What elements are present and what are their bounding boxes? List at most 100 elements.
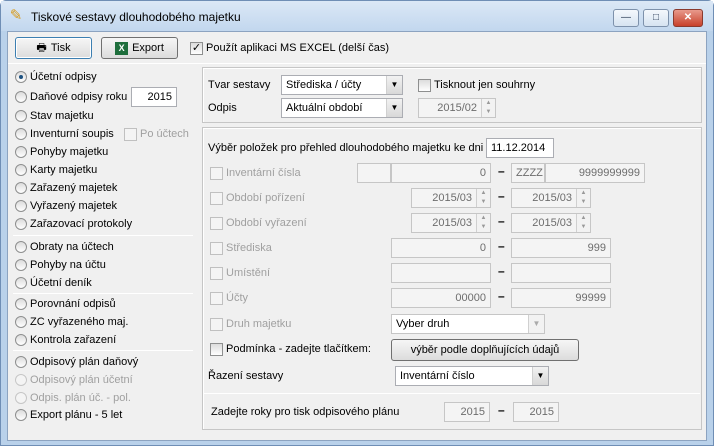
chevron-down-icon: ▼ — [532, 367, 548, 385]
label-obraty-na-uctech: Obraty na účtech — [30, 241, 114, 253]
rok-from-field[interactable]: 2015 — [444, 402, 490, 422]
inv-dash: – — [498, 164, 505, 178]
str-to-field[interactable]: 999 — [511, 238, 611, 258]
radio-porovnani-odpisu[interactable] — [15, 298, 27, 310]
razeni-select[interactable]: Inventární číslo ▼ — [395, 366, 549, 386]
window-title: Tiskové sestavy dlouhodobého majetku — [31, 10, 241, 24]
label-pohyby-majetku: Pohyby majetku — [30, 146, 109, 158]
label-danove-odpisy: Daňové odpisy roku — [30, 91, 128, 103]
po-uctech-checkbox[interactable] — [124, 128, 137, 141]
radio-ucetni-denik[interactable] — [15, 277, 27, 289]
umi-to-field[interactable] — [511, 263, 611, 283]
razeni-label: Řazení sestavy — [208, 370, 284, 382]
por-to-value: 2015/03 — [532, 192, 572, 204]
doplnujici-udaje-label: výběr podle doplňujících údajů — [410, 344, 560, 356]
str-checkbox[interactable] — [210, 242, 223, 255]
inv-from-field[interactable]: 0 — [391, 163, 491, 183]
inv-z-field[interactable]: ZZZZ — [511, 163, 545, 183]
uct-from-field[interactable]: 00000 — [391, 288, 491, 308]
podminka-checkbox[interactable] — [210, 343, 223, 356]
inv-to-field[interactable]: 9999999999 — [545, 163, 645, 183]
tvar-select[interactable]: Střediska / účty ▼ — [281, 75, 403, 95]
radio-export-planu[interactable] — [15, 409, 27, 421]
export-button[interactable]: X Export — [101, 37, 178, 59]
radio-zarazeny-majetek[interactable] — [15, 182, 27, 194]
str-from-field[interactable]: 0 — [391, 238, 491, 258]
period-spinner[interactable]: ▲ ▼ — [481, 99, 495, 117]
radio-odpisovy-plan-danovy[interactable] — [15, 356, 27, 368]
chevron-down-icon: ▼ — [386, 76, 402, 94]
radio-obraty-na-uctech[interactable] — [15, 241, 27, 253]
radio-ucetni-odpisy[interactable] — [15, 71, 27, 83]
period-value: 2015/02 — [437, 102, 477, 114]
chevron-down-icon: ▼ — [386, 99, 402, 117]
radio-stav-majetku[interactable] — [15, 110, 27, 122]
por-from-field[interactable]: 2015/03 ▲ ▼ — [411, 188, 491, 208]
minimize-button[interactable]: — — [613, 9, 639, 27]
maximize-button[interactable]: □ — [643, 9, 669, 27]
radio-kontrola-zarazeni[interactable] — [15, 334, 27, 346]
period-field[interactable]: 2015/02 ▲ ▼ — [418, 98, 496, 118]
por-from-spinner[interactable]: ▲ ▼ — [476, 189, 490, 207]
vyr-to-field[interactable]: 2015/03 ▲ ▼ — [511, 213, 591, 233]
inv-label: Inventární čísla — [226, 167, 301, 179]
umi-checkbox[interactable] — [210, 267, 223, 280]
por-from-value: 2015/03 — [432, 192, 472, 204]
radio-vyrazeny-majetek[interactable] — [15, 200, 27, 212]
radio-danove-odpisy[interactable] — [15, 91, 27, 103]
por-to-field[interactable]: 2015/03 ▲ ▼ — [511, 188, 591, 208]
vyr-checkbox[interactable] — [210, 217, 223, 230]
label-zarazeny-majetek: Zařazený majetek — [30, 182, 118, 194]
vyr-dash: – — [498, 214, 505, 228]
odpis-select[interactable]: Aktuální období ▼ — [281, 98, 403, 118]
label-odpisovy-plan-ucetni: Odpisový plán účetní — [30, 374, 133, 386]
druh-label: Druh majetku — [226, 318, 292, 330]
label-export-planu: Export plánu - 5 let — [30, 409, 123, 421]
app-icon: ✎ — [9, 7, 23, 24]
radio-pohyby-na-uctu[interactable] — [15, 259, 27, 271]
radio-pohyby-majetku[interactable] — [15, 146, 27, 158]
label-inventurni-soupis: Inventurní soupis — [30, 128, 114, 140]
druh-checkbox[interactable] — [210, 318, 223, 331]
radio-zarazovaci-protokoly[interactable] — [15, 218, 27, 230]
inv-checkbox[interactable] — [210, 167, 223, 180]
year-field[interactable]: 2015 — [131, 87, 177, 107]
radio-karty-majetku[interactable] — [15, 164, 27, 176]
print-button[interactable]: 🖶 Tisk — [15, 37, 92, 59]
left-divider-2 — [13, 293, 193, 294]
excel-icon: X — [115, 41, 129, 55]
print-label: Tisk — [50, 42, 71, 54]
main-divider — [204, 393, 700, 394]
rok-to-field[interactable]: 2015 — [513, 402, 559, 422]
label-pohyby-na-uctu: Pohyby na účtu — [30, 259, 106, 271]
vyr-from-field[interactable]: 2015/03 ▲ ▼ — [411, 213, 491, 233]
radio-inventurni-soupis[interactable] — [15, 128, 27, 140]
radio-odpis-plan-uc-pol[interactable] — [15, 392, 27, 404]
close-button[interactable]: ✕ — [673, 9, 703, 27]
souhrn-checkbox[interactable] — [418, 79, 431, 92]
radio-odpisovy-plan-ucetni[interactable] — [15, 374, 27, 386]
podminka-label: Podmínka - zadejte tlačítkem: — [226, 343, 371, 355]
druh-select[interactable]: Vyber druh ▼ — [391, 314, 545, 334]
vyr-from-value: 2015/03 — [432, 217, 472, 229]
umi-from-field[interactable] — [391, 263, 491, 283]
por-label: Období pořízení — [226, 192, 305, 204]
date-field[interactable]: 11.12.2014 — [486, 138, 554, 158]
vyr-from-spinner[interactable]: ▲ ▼ — [476, 214, 490, 232]
por-checkbox[interactable] — [210, 192, 223, 205]
label-ucetni-odpisy: Účetní odpisy — [30, 71, 97, 83]
doplnujici-udaje-button[interactable]: výběr podle doplňujících údajů — [391, 339, 579, 361]
po-uctech-label: Po účtech — [140, 128, 189, 140]
por-to-spinner[interactable]: ▲ ▼ — [576, 189, 590, 207]
title-bar: ✎ Tiskové sestavy dlouhodobého majetku —… — [1, 1, 713, 31]
radio-zc-vyrazeneho[interactable] — [15, 316, 27, 328]
excel-checkbox[interactable]: ✓ — [190, 42, 203, 55]
uct-checkbox[interactable] — [210, 292, 223, 305]
toolbar-divider — [8, 63, 706, 64]
left-divider-3 — [13, 350, 193, 351]
vyr-to-spinner[interactable]: ▲ ▼ — [576, 214, 590, 232]
uct-to-field[interactable]: 99999 — [511, 288, 611, 308]
inv-prefix-field[interactable] — [357, 163, 391, 183]
uct-dash: – — [498, 289, 505, 303]
odpis-value: Aktuální období — [286, 102, 363, 114]
